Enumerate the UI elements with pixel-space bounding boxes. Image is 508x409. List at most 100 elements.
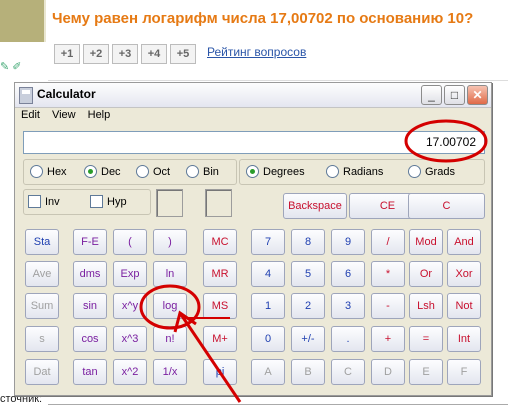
question-title[interactable]: Чему равен логарифм числа 17,00702 по ос… — [52, 10, 473, 27]
key-9[interactable]: 9 — [331, 229, 365, 255]
radio-hex-circle — [30, 165, 43, 178]
c-button[interactable]: C — [408, 193, 485, 219]
lsh-button[interactable]: Lsh — [409, 293, 443, 319]
cos-button[interactable]: cos — [73, 326, 107, 352]
radio-bin[interactable]: Bin — [186, 165, 219, 178]
radio-grads[interactable]: Grads — [408, 165, 455, 178]
sign-button[interactable]: +/- — [291, 326, 325, 352]
fe-button[interactable]: F-E — [73, 229, 107, 255]
key-8[interactable]: 8 — [291, 229, 325, 255]
base-group: Hex Dec Oct Bin — [23, 159, 237, 185]
reciprocal-button[interactable]: 1/x — [153, 359, 187, 385]
mr-button[interactable]: MR — [203, 261, 237, 287]
x-square-button[interactable]: x^2 — [113, 359, 147, 385]
vote-button-3[interactable]: +3 — [112, 44, 138, 64]
s-button[interactable]: s — [25, 326, 59, 352]
vote-button-1[interactable]: +1 — [54, 44, 80, 64]
xor-button[interactable]: Xor — [447, 261, 481, 287]
not-button[interactable]: Not — [447, 293, 481, 319]
factorial-button[interactable]: n! — [153, 326, 187, 352]
vote-buttons: +1 +2 +3 +4 +5 — [54, 44, 196, 64]
and-button[interactable]: And — [447, 229, 481, 255]
menu-help[interactable]: Help — [88, 109, 111, 127]
or-button[interactable]: Or — [409, 261, 443, 287]
subtract-button[interactable]: - — [371, 293, 405, 319]
checkbox-hyp-box — [90, 195, 103, 208]
radio-oct-circle — [136, 165, 149, 178]
maximize-button[interactable]: □ — [444, 85, 465, 105]
key-6[interactable]: 6 — [331, 261, 365, 287]
calculator-icon — [19, 87, 33, 104]
vote-button-5[interactable]: +5 — [170, 44, 196, 64]
radio-oct[interactable]: Oct — [136, 165, 170, 178]
sin-button[interactable]: sin — [73, 293, 107, 319]
radio-grads-circle — [408, 165, 421, 178]
multiply-button[interactable]: * — [371, 261, 405, 287]
m-plus-button[interactable]: M+ — [203, 326, 237, 352]
key-b[interactable]: B — [291, 359, 325, 385]
pi-button[interactable]: pi — [203, 359, 237, 385]
ave-button[interactable]: Ave — [25, 261, 59, 287]
key-7[interactable]: 7 — [251, 229, 285, 255]
key-a[interactable]: A — [251, 359, 285, 385]
x-pow-y-button[interactable]: x^y — [113, 293, 147, 319]
menu-edit[interactable]: Edit — [21, 109, 40, 127]
key-0[interactable]: 0 — [251, 326, 285, 352]
checkbox-inv[interactable]: Inv — [28, 195, 60, 208]
sum-button[interactable]: Sum — [25, 293, 59, 319]
dat-button[interactable]: Dat — [25, 359, 59, 385]
radio-hex[interactable]: Hex — [30, 165, 67, 178]
sta-button[interactable]: Sta — [25, 229, 59, 255]
equals-button[interactable]: = — [409, 326, 443, 352]
menu-view[interactable]: View — [52, 109, 76, 127]
inv-hyp-group: Inv Hyp — [23, 189, 151, 215]
title-bar[interactable]: Calculator _ □ ✕ — [15, 83, 491, 108]
key-d[interactable]: D — [371, 359, 405, 385]
open-paren-button[interactable]: ( — [113, 229, 147, 255]
window-title: Calculator — [37, 87, 96, 101]
radio-radians[interactable]: Radians — [326, 165, 383, 178]
mc-button[interactable]: MC — [203, 229, 237, 255]
vote-button-4[interactable]: +4 — [141, 44, 167, 64]
mod-button[interactable]: Mod — [409, 229, 443, 255]
menu-bar: Edit View Help — [15, 109, 110, 127]
x-cube-button[interactable]: x^3 — [113, 326, 147, 352]
key-2[interactable]: 2 — [291, 293, 325, 319]
ms-button[interactable]: MS — [203, 293, 237, 319]
radio-radians-circle — [326, 165, 339, 178]
dms-button[interactable]: dms — [73, 261, 107, 287]
question-header: Чему равен логарифм числа 17,00702 по ос… — [0, 0, 508, 80]
decimal-button[interactable]: . — [331, 326, 365, 352]
key-4[interactable]: 4 — [251, 261, 285, 287]
parenthesis-indicator — [205, 189, 232, 217]
display-field[interactable]: 17.00702 — [23, 131, 485, 154]
tan-button[interactable]: tan — [73, 359, 107, 385]
edit-icons: ✎ ✐ — [0, 61, 22, 73]
radio-dec-circle — [84, 165, 97, 178]
log-button[interactable]: log — [153, 293, 187, 319]
radio-dec[interactable]: Dec — [84, 165, 121, 178]
key-e[interactable]: E — [409, 359, 443, 385]
minimize-button[interactable]: _ — [421, 85, 442, 105]
key-c[interactable]: C — [331, 359, 365, 385]
calculator-window: Calculator _ □ ✕ Edit View Help 17.00702… — [14, 82, 492, 396]
backspace-button[interactable]: Backspace — [283, 193, 347, 219]
add-button[interactable]: + — [371, 326, 405, 352]
page-divider — [48, 80, 508, 81]
exp-button[interactable]: Exp — [113, 261, 147, 287]
radio-degrees[interactable]: Degrees — [246, 165, 305, 178]
close-button[interactable]: ✕ — [467, 85, 488, 105]
close-paren-button[interactable]: ) — [153, 229, 187, 255]
key-5[interactable]: 5 — [291, 261, 325, 287]
key-f[interactable]: F — [447, 359, 481, 385]
int-button[interactable]: Int — [447, 326, 481, 352]
angle-group: Degrees Radians Grads — [239, 159, 485, 185]
checkbox-hyp[interactable]: Hyp — [90, 195, 127, 208]
memory-indicator — [156, 189, 183, 217]
ln-button[interactable]: ln — [153, 261, 187, 287]
rating-link[interactable]: Рейтинг вопросов — [207, 45, 306, 59]
vote-button-2[interactable]: +2 — [83, 44, 109, 64]
divide-button[interactable]: / — [371, 229, 405, 255]
key-1[interactable]: 1 — [251, 293, 285, 319]
key-3[interactable]: 3 — [331, 293, 365, 319]
